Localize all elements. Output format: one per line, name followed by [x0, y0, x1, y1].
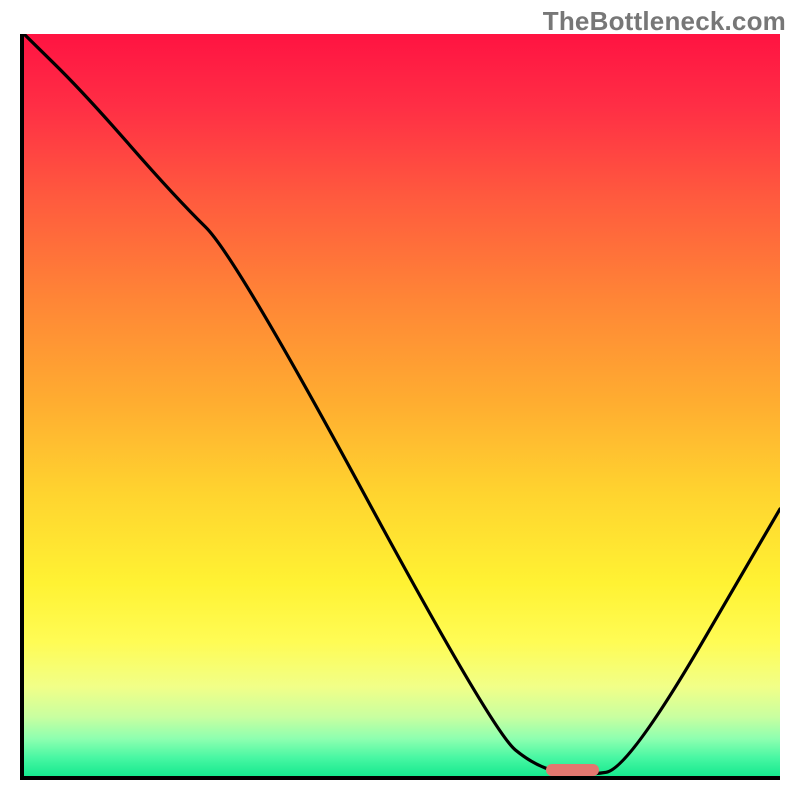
watermark-text: TheBottleneck.com	[543, 6, 786, 37]
bottleneck-curve	[24, 34, 780, 776]
chart-plot-area	[20, 34, 780, 780]
optimal-range-marker	[546, 764, 599, 776]
